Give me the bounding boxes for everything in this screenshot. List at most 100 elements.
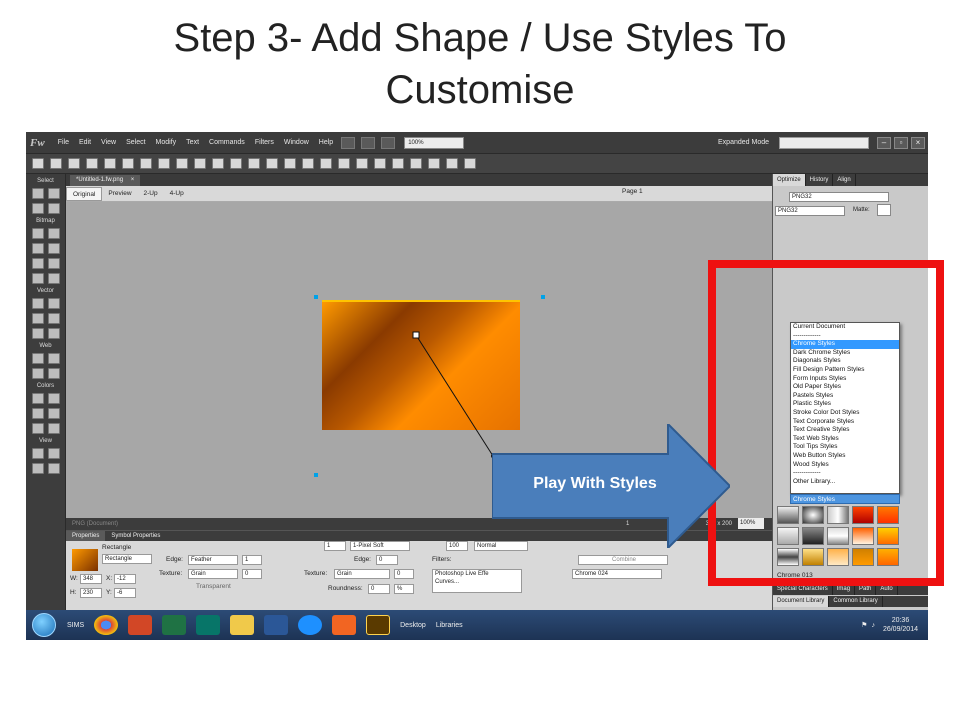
stroke-type-select[interactable]: 1-Pixel Soft [350,541,410,551]
join-icon[interactable] [266,158,278,169]
tab-4-up[interactable]: 4-Up [164,187,190,201]
save-icon[interactable] [50,158,62,169]
zoom-tool-icon[interactable] [47,463,60,474]
pencil-tool-icon[interactable] [31,258,44,269]
combine-button[interactable]: Combine [578,555,668,565]
y-field[interactable]: -6 [114,588,136,598]
zoom-icon[interactable] [381,136,396,149]
flag-icon[interactable]: ⚑ [861,621,867,629]
text-tool-icon[interactable] [47,313,60,324]
hand-icon[interactable] [361,136,376,149]
export-format-select[interactable]: PNG32 [775,206,845,216]
menu-modify[interactable]: Modify [151,139,182,146]
align-icon[interactable] [374,158,386,169]
rectangle-tool-icon[interactable] [31,313,44,324]
undo-icon[interactable] [140,158,152,169]
hand-tool-icon[interactable] [31,463,44,474]
style-select[interactable]: Chrome 024 [572,569,662,579]
menu-help[interactable]: Help [314,139,338,146]
clock[interactable]: 20:36 26/09/2014 [883,616,918,634]
tab-optimize[interactable]: Optimize [773,174,806,186]
pen-tool-icon[interactable] [47,298,60,309]
chrome-icon[interactable] [94,615,119,635]
restore-button[interactable]: ▫ [894,136,908,149]
split-icon[interactable] [284,158,296,169]
zoom-select[interactable]: 100% [404,136,465,149]
stroke-color-icon[interactable] [31,408,44,419]
tab-common-library[interactable]: Common Library [829,596,883,607]
width-field[interactable]: 348 [80,574,102,584]
screen-mode-icon[interactable] [31,448,44,459]
filter-photoshop-live-effects[interactable]: Photoshop Live Effe [435,570,521,578]
freeform-tool-icon[interactable] [31,328,44,339]
tab-2-up[interactable]: 2-Up [138,187,164,201]
send-back-icon[interactable] [356,158,368,169]
optimize-preset-select[interactable]: PNG32 [789,192,889,202]
export-icon[interactable] [104,158,116,169]
hide-slices-icon[interactable] [31,368,44,379]
cut-icon[interactable] [176,158,188,169]
roundness-unit-select[interactable]: % [394,584,414,594]
full-screen-icon[interactable] [47,448,60,459]
fill-edge-amount[interactable]: 1 [242,555,262,565]
close-button[interactable]: × [911,136,925,149]
default-colors-icon[interactable] [31,423,44,434]
height-field[interactable]: 230 [80,588,102,598]
rotate-right-icon[interactable] [428,158,440,169]
folder-icon[interactable] [230,615,255,635]
workspace-mode[interactable]: Expanded Mode [718,139,779,146]
bring-forward-icon[interactable] [320,158,332,169]
tab-preview[interactable]: Preview [102,187,137,201]
taskbar-desktop[interactable]: Desktop [400,622,426,629]
filters-list[interactable]: Photoshop Live Effe Curves... [432,569,522,593]
filter-curves[interactable]: Curves... [435,578,521,586]
fill-texture-select[interactable]: Grain [188,569,238,579]
menu-commands[interactable]: Commands [204,139,250,146]
eyedropper-tool-icon[interactable] [31,393,44,404]
taskbar-libraries[interactable]: Libraries [436,622,463,629]
internet-explorer-icon[interactable] [298,615,323,635]
document-tab[interactable]: *Untitled-1.fw.png × [70,175,141,186]
print-icon[interactable] [122,158,134,169]
fill-edge-select[interactable]: Feather [188,555,238,565]
powerpoint-icon[interactable] [128,615,153,635]
stroke-texture-select[interactable]: Grain [334,569,390,579]
rubber-stamp-tool-icon[interactable] [47,273,60,284]
blur-tool-icon[interactable] [31,273,44,284]
page-label[interactable]: Page 1 [622,188,643,195]
lasso-tool-icon[interactable] [47,228,60,239]
x-field[interactable]: -12 [114,574,136,584]
show-slices-icon[interactable] [47,368,60,379]
tab-symbol-properties[interactable]: Symbol Properties [105,531,166,541]
menu-select[interactable]: Select [121,139,150,146]
tab-properties[interactable]: Properties [66,531,106,541]
stroke-edge-field[interactable]: 0 [376,555,398,565]
close-icon[interactable]: × [131,177,135,183]
search-input[interactable] [779,136,869,149]
magic-wand-tool-icon[interactable] [31,243,44,254]
tab-document-library[interactable]: Document Library [773,596,830,607]
tab-history[interactable]: History [806,174,834,186]
transparent-checkbox-label[interactable]: Transparent [196,583,231,590]
swap-colors-icon[interactable] [47,423,60,434]
new-file-icon[interactable] [32,158,44,169]
menu-text[interactable]: Text [181,139,204,146]
flip-vertical-icon[interactable] [464,158,476,169]
fireworks-taskbar-icon[interactable] [366,615,391,635]
crop-tool-icon[interactable] [47,203,60,214]
hotspot-tool-icon[interactable] [31,353,44,364]
subselect-tool-icon[interactable] [47,188,60,199]
fill-texture-amount[interactable]: 0 [242,569,262,579]
matte-swatch[interactable] [877,204,891,216]
publisher-icon[interactable] [196,615,221,635]
word-icon[interactable] [264,615,289,635]
layout-icon[interactable] [341,136,356,149]
slice-tool-icon[interactable] [47,353,60,364]
marquee-tool-icon[interactable] [31,228,44,239]
opacity-field[interactable]: 100 [446,541,468,551]
group-icon[interactable] [230,158,242,169]
excel-icon[interactable] [162,615,187,635]
media-player-icon[interactable] [332,615,357,635]
ungroup-icon[interactable] [248,158,260,169]
rotate-left-icon[interactable] [410,158,422,169]
